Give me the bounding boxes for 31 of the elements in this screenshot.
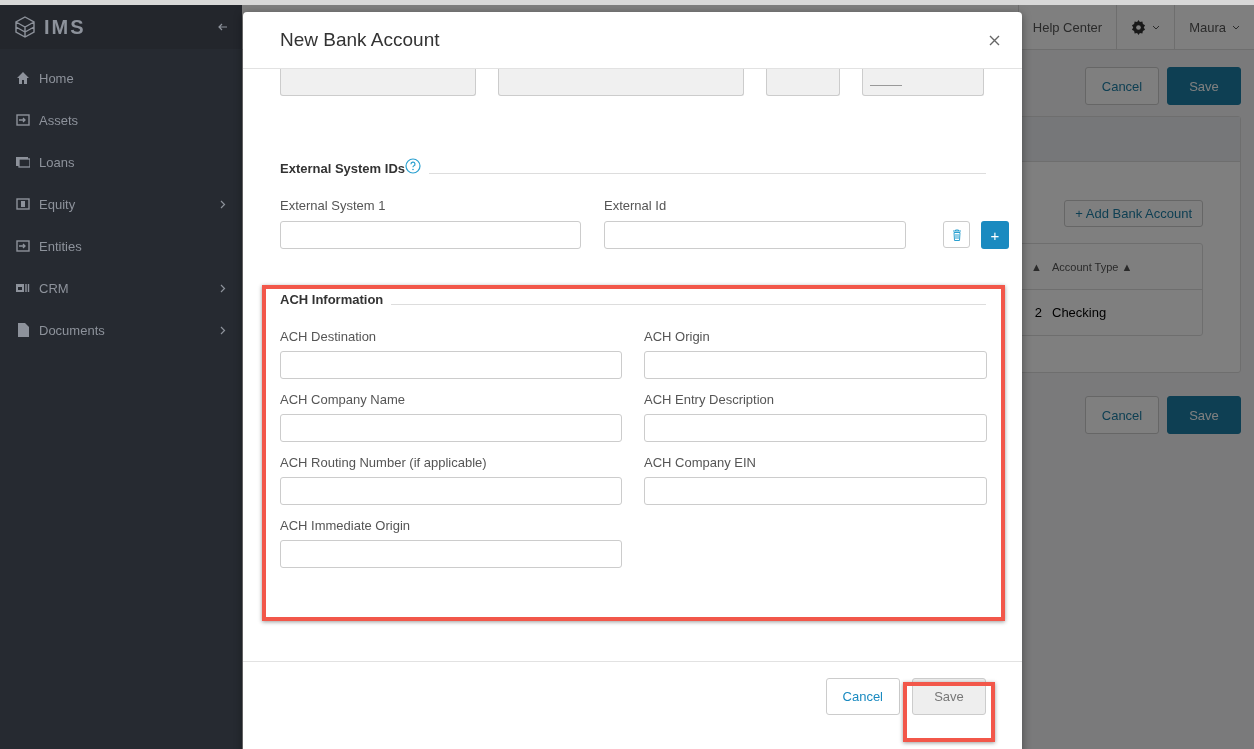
dialog-title: New Bank Account (280, 29, 440, 51)
sidebar-item[interactable]: Assets (0, 99, 242, 141)
field-label: External Id (604, 198, 668, 213)
section-title: ACH Information (280, 292, 384, 307)
add-button[interactable]: + (981, 221, 1009, 249)
sidebar-item[interactable]: Loans (0, 141, 242, 183)
sidebar-item[interactable]: CRM (0, 267, 242, 309)
cancel-button[interactable]: Cancel (1085, 396, 1159, 434)
field-label: ACH Destination (280, 329, 378, 344)
table-cell-text: Checking (1052, 305, 1108, 320)
save-button[interactable]: Save (1167, 67, 1241, 105)
cancel-button[interactable]: Cancel (1085, 67, 1159, 105)
field-label: ACH Company Name (280, 392, 406, 407)
sidebar-item[interactable]: Equity (0, 183, 242, 225)
save-button[interactable]: Save (1167, 396, 1241, 434)
field-label: ACH Immediate Origin (280, 518, 412, 533)
column-header[interactable]: Account Type ▲ (1052, 260, 1202, 273)
user-menu[interactable]: Maura (1174, 5, 1254, 49)
table-cell-text: 2 (1033, 305, 1043, 320)
field-label: ACH Routing Number (if applicable) (280, 455, 488, 470)
cancel-button[interactable]: Cancel (825, 678, 900, 715)
field-label: ACH Entry Description (644, 392, 776, 407)
field-label: External System 1 (280, 198, 387, 213)
field-label: ACH Company EIN (644, 455, 757, 470)
sidebar-item[interactable]: Entities (0, 225, 242, 267)
sidebar-item[interactable]: Documents (0, 309, 242, 351)
add-bank-account-button[interactable]: + Add Bank Account (1064, 200, 1203, 227)
app-logo: IMS (44, 15, 86, 39)
field-label: ACH Origin (644, 329, 711, 344)
section-title: External System IDs (280, 161, 405, 176)
sidebar-item[interactable]: Home (0, 57, 242, 99)
